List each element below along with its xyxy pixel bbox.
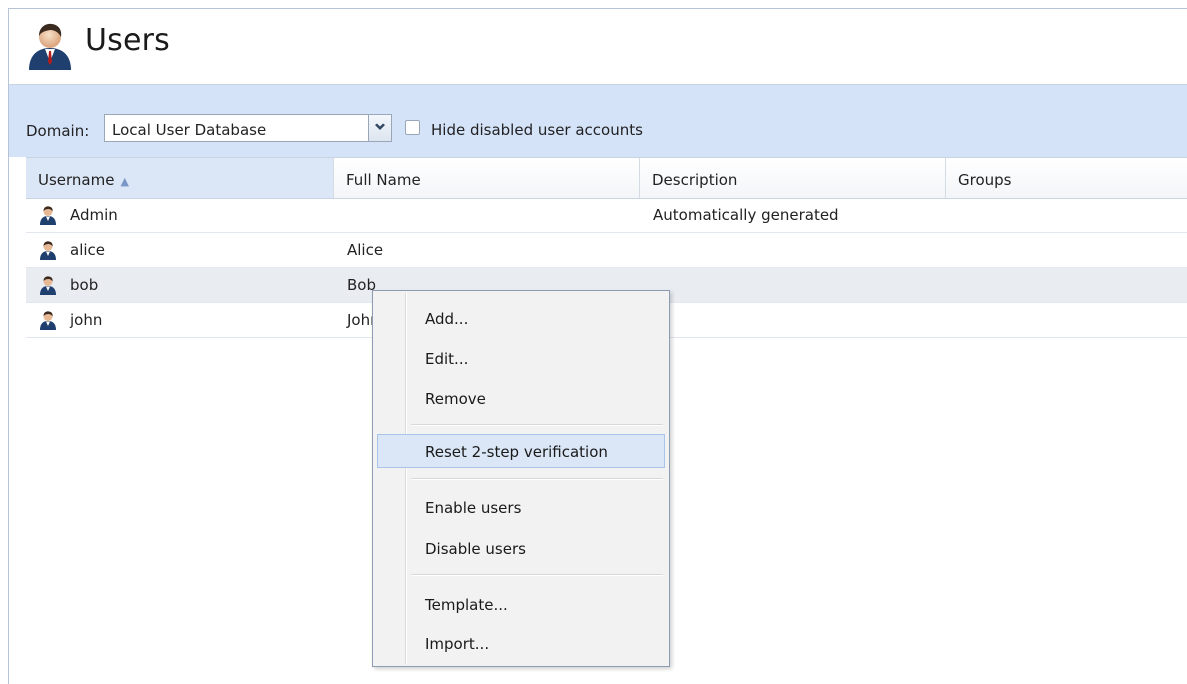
menu-item-import[interactable]: Import... — [377, 626, 665, 660]
column-header-label: Description — [652, 171, 738, 189]
cell-username: Admin — [70, 206, 118, 224]
column-header-label: Username — [38, 171, 115, 189]
table-row[interactable]: Admin Automatically generated — [26, 198, 1187, 233]
menu-item-label: Reset 2-step verification — [425, 443, 608, 461]
menu-item-remove[interactable]: Remove — [377, 381, 665, 415]
user-icon — [38, 275, 58, 300]
menu-item-add[interactable]: Add... — [377, 301, 665, 335]
user-icon — [38, 240, 58, 265]
page-header: Users — [9, 9, 1187, 85]
menu-item-label: Add... — [425, 310, 469, 328]
menu-item-enable-users[interactable]: Enable users — [377, 490, 665, 524]
menu-item-label: Import... — [425, 635, 490, 653]
cell-username: alice — [70, 241, 106, 259]
column-header-username[interactable]: Username ▲ — [26, 158, 334, 198]
filter-toolbar: Domain: Local User Database Hide disable… — [9, 85, 1187, 157]
context-menu: Add... Edit... Remove Reset 2-step verif… — [372, 290, 670, 667]
menu-item-template[interactable]: Template... — [377, 587, 665, 621]
menu-separator — [411, 478, 663, 480]
column-header-description[interactable]: Description — [640, 158, 946, 198]
hide-disabled-label[interactable]: Hide disabled user accounts — [431, 121, 643, 139]
menu-item-label: Remove — [425, 390, 486, 408]
page-title: Users — [85, 23, 171, 58]
cell-description: Automatically generated — [653, 206, 839, 224]
menu-item-label: Disable users — [425, 540, 526, 558]
user-icon — [25, 20, 75, 76]
menu-item-reset-2-step-verification[interactable]: Reset 2-step verification — [377, 434, 665, 468]
menu-separator — [411, 424, 663, 426]
menu-item-label: Template... — [425, 596, 508, 614]
domain-label: Domain: — [26, 122, 90, 140]
cell-username: john — [70, 311, 103, 329]
menu-item-label: Enable users — [425, 499, 522, 517]
user-icon — [38, 205, 58, 230]
table-header: Username ▲ Full Name Description Groups — [26, 157, 1187, 199]
user-icon — [38, 310, 58, 335]
cell-username: bob — [70, 276, 99, 294]
column-header-groups[interactable]: Groups — [946, 158, 1187, 198]
table-row[interactable]: alice Alice — [26, 233, 1187, 268]
menu-item-disable-users[interactable]: Disable users — [377, 531, 665, 565]
menu-item-edit[interactable]: Edit... — [377, 341, 665, 375]
domain-select-value: Local User Database — [112, 121, 267, 139]
cell-full-name: Alice — [347, 241, 384, 259]
hide-disabled-checkbox[interactable] — [405, 120, 420, 135]
column-header-label: Groups — [958, 171, 1012, 189]
menu-item-label: Edit... — [425, 350, 469, 368]
column-header-full-name[interactable]: Full Name — [334, 158, 640, 198]
menu-separator — [411, 574, 663, 576]
sort-ascending-icon: ▲ — [120, 175, 129, 188]
column-header-label: Full Name — [346, 171, 421, 189]
chevron-down-icon[interactable] — [368, 114, 392, 142]
domain-select[interactable]: Local User Database — [104, 114, 392, 142]
